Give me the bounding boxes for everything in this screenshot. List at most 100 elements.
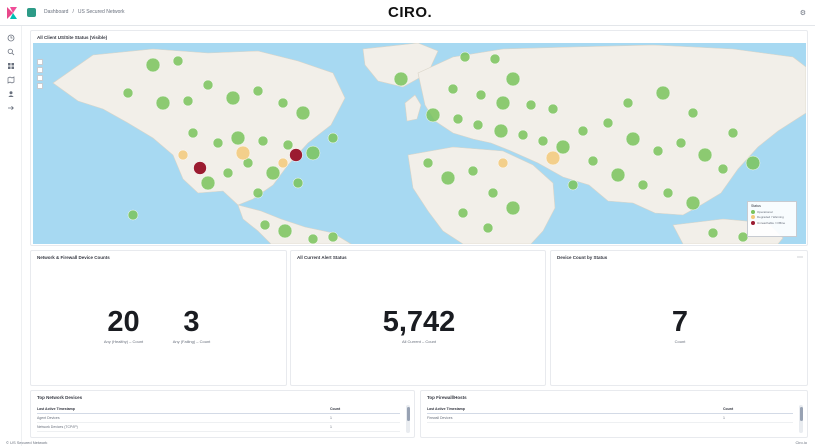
- zoom-out-button[interactable]: [37, 67, 43, 73]
- site-marker-ok[interactable]: [277, 223, 293, 239]
- panel-options-icon[interactable]: ⋯: [797, 254, 803, 261]
- site-marker-ok[interactable]: [482, 222, 494, 234]
- site-marker-ok[interactable]: [675, 137, 687, 149]
- search-icon[interactable]: [7, 48, 15, 56]
- site-marker-ok[interactable]: [457, 207, 469, 219]
- site-marker-ok[interactable]: [305, 145, 321, 161]
- site-marker-ok[interactable]: [555, 139, 571, 155]
- map-icon[interactable]: [7, 76, 15, 84]
- site-marker-ok[interactable]: [717, 163, 729, 175]
- zoom-in-button[interactable]: [37, 59, 43, 65]
- site-marker-ok[interactable]: [200, 175, 216, 191]
- site-marker-warn[interactable]: [235, 145, 251, 161]
- site-marker-ok[interactable]: [517, 129, 529, 141]
- site-marker-ok[interactable]: [182, 95, 194, 107]
- user-icon[interactable]: [7, 90, 15, 98]
- scrollbar[interactable]: [406, 405, 410, 433]
- site-marker-ok[interactable]: [225, 90, 241, 106]
- table-row[interactable]: Firewall Devices 1: [427, 414, 793, 423]
- site-marker-ok[interactable]: [202, 79, 214, 91]
- site-marker-ok[interactable]: [252, 85, 264, 97]
- site-marker-ok[interactable]: [265, 165, 281, 181]
- site-marker-ok[interactable]: [495, 95, 511, 111]
- site-marker-ok[interactable]: [567, 179, 579, 191]
- site-marker-ok[interactable]: [577, 125, 589, 137]
- site-marker-ok[interactable]: [622, 97, 634, 109]
- footer-link[interactable]: Ciro.io: [795, 440, 807, 445]
- table-row[interactable]: Network Devices (TCP/IP) 1: [37, 423, 400, 432]
- table-row[interactable]: Agent Devices 1: [37, 414, 400, 423]
- site-marker-ok[interactable]: [662, 187, 674, 199]
- site-marker-ok[interactable]: [447, 83, 459, 95]
- world-map[interactable]: [33, 43, 806, 244]
- site-marker-ok[interactable]: [422, 157, 434, 169]
- site-marker-ok[interactable]: [745, 155, 761, 171]
- column-header[interactable]: Count: [723, 407, 793, 411]
- site-marker-ok[interactable]: [637, 179, 649, 191]
- site-marker-ok[interactable]: [295, 105, 311, 121]
- site-marker-ok[interactable]: [145, 57, 161, 73]
- site-marker-ok[interactable]: [602, 117, 614, 129]
- site-marker-ok[interactable]: [472, 119, 484, 131]
- site-marker-ok[interactable]: [707, 227, 719, 239]
- clock-icon[interactable]: [7, 34, 15, 42]
- scrollbar[interactable]: [799, 405, 803, 433]
- site-marker-warn[interactable]: [545, 150, 561, 166]
- site-marker-ok[interactable]: [610, 167, 626, 183]
- site-marker-ok[interactable]: [697, 147, 713, 163]
- site-marker-ok[interactable]: [467, 165, 479, 177]
- site-marker-ok[interactable]: [685, 195, 701, 211]
- site-marker-ok[interactable]: [440, 170, 456, 186]
- site-marker-warn[interactable]: [277, 157, 289, 169]
- column-header[interactable]: Last Active Timestamp: [37, 407, 75, 411]
- column-header[interactable]: Count: [330, 407, 400, 411]
- site-marker-ok[interactable]: [252, 187, 264, 199]
- site-marker-ok[interactable]: [547, 103, 559, 115]
- site-marker-ok[interactable]: [155, 95, 171, 111]
- site-marker-ok[interactable]: [212, 137, 224, 149]
- site-marker-ok[interactable]: [452, 113, 464, 125]
- draw-tool-button[interactable]: [37, 75, 43, 81]
- site-marker-ok[interactable]: [327, 132, 339, 144]
- site-marker-ok[interactable]: [222, 167, 234, 179]
- site-marker-ok[interactable]: [257, 135, 269, 147]
- site-marker-ok[interactable]: [122, 87, 134, 99]
- site-marker-ok[interactable]: [655, 85, 671, 101]
- site-marker-alert[interactable]: [193, 161, 207, 175]
- site-marker-ok[interactable]: [393, 71, 409, 87]
- site-marker-ok[interactable]: [230, 130, 246, 146]
- site-marker-ok[interactable]: [505, 71, 521, 87]
- site-marker-ok[interactable]: [487, 187, 499, 199]
- elastic-logo-icon[interactable]: [6, 6, 18, 20]
- site-marker-ok[interactable]: [459, 51, 471, 63]
- site-marker-ok[interactable]: [307, 233, 319, 244]
- site-marker-ok[interactable]: [525, 99, 537, 111]
- site-marker-ok[interactable]: [537, 135, 549, 147]
- layers-button[interactable]: [37, 83, 43, 89]
- site-marker-ok[interactable]: [172, 55, 184, 67]
- site-marker-ok[interactable]: [489, 53, 501, 65]
- site-marker-ok[interactable]: [493, 123, 509, 139]
- site-marker-alert[interactable]: [289, 148, 303, 162]
- grid-icon[interactable]: [7, 62, 15, 70]
- breadcrumb-dashboard[interactable]: Dashboard: [44, 9, 68, 15]
- site-marker-ok[interactable]: [587, 155, 599, 167]
- site-marker-ok[interactable]: [505, 200, 521, 216]
- settings-icon[interactable]: ⚙: [800, 9, 806, 17]
- site-marker-ok[interactable]: [475, 89, 487, 101]
- share-icon[interactable]: [7, 104, 15, 112]
- site-marker-ok[interactable]: [625, 131, 641, 147]
- column-header[interactable]: Last Active Timestamp: [427, 407, 465, 411]
- site-marker-warn[interactable]: [177, 149, 189, 161]
- site-marker-ok[interactable]: [687, 107, 699, 119]
- site-marker-ok[interactable]: [425, 107, 441, 123]
- site-marker-ok[interactable]: [259, 219, 271, 231]
- site-marker-ok[interactable]: [727, 127, 739, 139]
- space-badge[interactable]: [27, 8, 36, 17]
- site-marker-ok[interactable]: [282, 139, 294, 151]
- site-marker-ok[interactable]: [652, 145, 664, 157]
- site-marker-ok[interactable]: [187, 127, 199, 139]
- site-marker-ok[interactable]: [277, 97, 289, 109]
- site-marker-ok[interactable]: [127, 209, 139, 221]
- site-marker-ok[interactable]: [292, 177, 304, 189]
